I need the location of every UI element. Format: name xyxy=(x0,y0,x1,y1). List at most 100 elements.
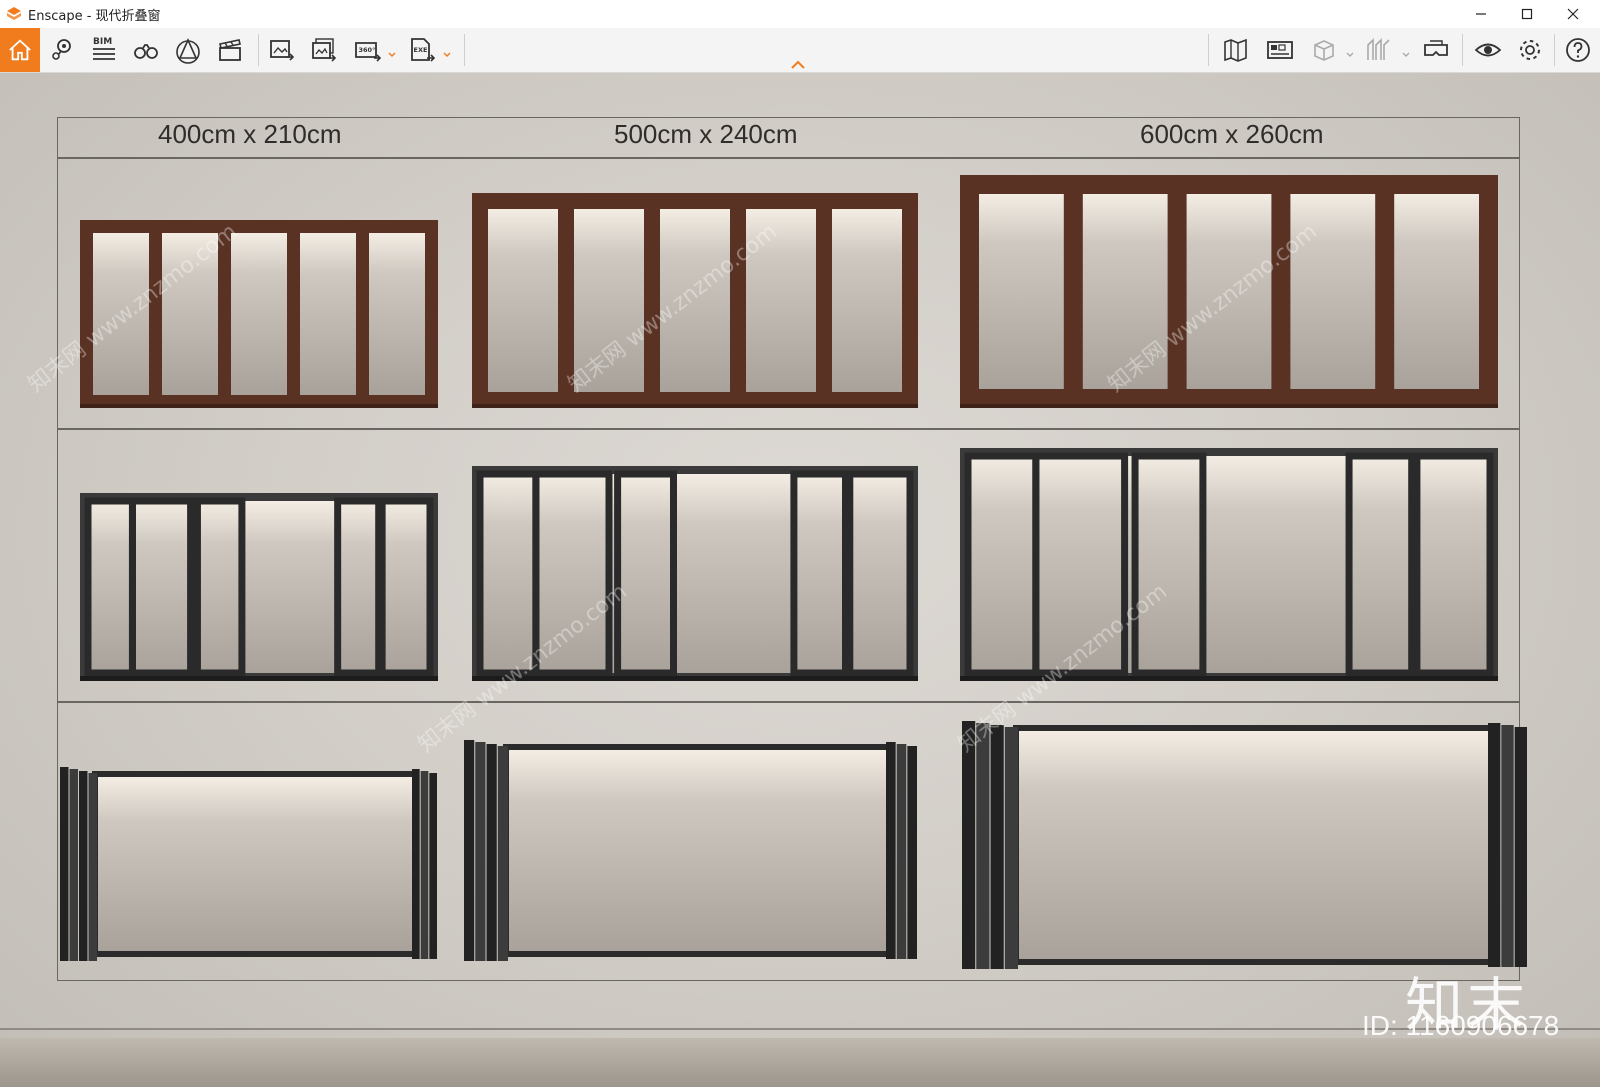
vr-button[interactable] xyxy=(1418,32,1454,68)
glass-pane xyxy=(1394,194,1479,389)
stacked-sash-right xyxy=(886,742,896,959)
black-open-window-500x240[interactable] xyxy=(464,740,918,961)
views-button[interactable] xyxy=(128,32,164,68)
glass-pane xyxy=(832,209,902,392)
bim-list-icon: BIM xyxy=(93,37,115,60)
chevron-down-icon xyxy=(388,52,396,57)
collapse-toolbar-button[interactable] xyxy=(790,56,806,69)
visual-settings-button[interactable] xyxy=(1470,32,1506,68)
home-icon xyxy=(9,39,31,61)
chevron-up-icon xyxy=(791,60,805,69)
minimize-icon xyxy=(1476,13,1486,15)
black-open-window-400x210[interactable] xyxy=(60,767,438,961)
stacked-sash-right xyxy=(420,771,429,959)
map-button[interactable] xyxy=(1218,32,1254,68)
glass-opening xyxy=(1019,731,1488,959)
cube-view-button[interactable] xyxy=(1306,32,1342,68)
black-open-window-600x260[interactable] xyxy=(962,721,1528,969)
stacked-sash-right xyxy=(1501,725,1514,967)
home-button[interactable] xyxy=(0,28,40,72)
help-icon xyxy=(1566,38,1590,62)
asset-library-icon xyxy=(1267,41,1293,59)
stacked-sash-left xyxy=(60,767,69,961)
exe-label: EXE xyxy=(414,46,428,54)
maximize-button[interactable] xyxy=(1504,0,1550,28)
location-button[interactable] xyxy=(44,32,80,68)
asset-library-button[interactable] xyxy=(1262,32,1298,68)
stacked-sash-left xyxy=(497,746,508,961)
panorama-button[interactable]: 360° xyxy=(350,32,386,68)
toolbar-separator xyxy=(1554,34,1555,66)
panorama-360-icon: 360° xyxy=(355,42,382,62)
stacked-sash-right xyxy=(896,744,907,959)
view-cone-button[interactable] xyxy=(170,32,206,68)
close-icon xyxy=(1567,8,1579,20)
glass-pane xyxy=(300,233,356,395)
title-bar: Enscape - 现代折叠窗 xyxy=(0,0,1600,29)
row-divider xyxy=(57,701,1519,703)
window-sill xyxy=(472,404,918,408)
stacked-sash-left xyxy=(962,721,976,969)
floor-line xyxy=(0,1028,1600,1030)
visual-settings-eye-icon xyxy=(1474,43,1502,57)
close-button[interactable] xyxy=(1550,0,1596,28)
bim-label: BIM xyxy=(93,37,112,47)
stacked-sash-left xyxy=(475,742,486,961)
section-icon xyxy=(1367,38,1390,60)
header-divider xyxy=(57,157,1519,159)
glass-pane xyxy=(979,194,1064,389)
stacked-sash-left xyxy=(79,771,88,961)
window-sill xyxy=(472,676,918,681)
black-folding-window-600x260[interactable] xyxy=(960,448,1498,681)
maximize-icon xyxy=(1521,8,1533,20)
toolbar-separator xyxy=(1462,34,1463,66)
size-label-500x240: 500cm x 240cm xyxy=(614,119,798,149)
toolbar-separator xyxy=(258,34,259,66)
help-button[interactable] xyxy=(1560,32,1596,68)
exe-export-icon: EXE xyxy=(411,38,436,62)
stacked-sash-left xyxy=(1004,727,1018,969)
section-button[interactable] xyxy=(1360,32,1396,68)
stacked-sash-right xyxy=(429,773,437,959)
location-pin-icon xyxy=(52,39,71,60)
panorama-dropdown[interactable] xyxy=(388,44,396,57)
window-title: Enscape - 现代折叠窗 xyxy=(28,8,161,24)
exe-dropdown[interactable] xyxy=(443,44,451,57)
black-folding-window-400x210[interactable] xyxy=(80,493,438,681)
stacked-sash-right xyxy=(907,746,917,959)
stacked-sash-right xyxy=(412,769,420,959)
render-image-button[interactable] xyxy=(264,32,300,68)
exe-export-button[interactable]: EXE xyxy=(404,32,440,68)
section-dropdown[interactable] xyxy=(1402,44,1410,57)
bim-button[interactable]: BIM xyxy=(86,32,122,68)
window-sill xyxy=(80,676,438,681)
binoculars-icon xyxy=(134,44,158,59)
size-label-400x210: 400cm x 210cm xyxy=(158,119,342,149)
stacked-sash-left xyxy=(464,740,475,961)
toolbar-separator xyxy=(464,34,465,66)
settings-gear-icon xyxy=(1520,40,1540,60)
row-divider xyxy=(57,428,1519,430)
stacked-sash-left xyxy=(990,725,1004,969)
stacked-sash-right xyxy=(1514,727,1527,967)
stacked-sash-left xyxy=(486,744,497,961)
stacked-sash-right xyxy=(1488,723,1501,967)
size-label-600x260: 600cm x 260cm xyxy=(1140,119,1324,149)
cube-view-icon xyxy=(1314,40,1334,61)
batch-render-icon xyxy=(312,38,337,62)
glass-opening xyxy=(98,777,412,951)
render-viewport[interactable]: 400cm x 210cm 500cm x 240cm 600cm x 260c… xyxy=(0,73,1600,1087)
cube-view-dropdown[interactable] xyxy=(1346,44,1354,57)
batch-render-button[interactable] xyxy=(306,32,342,68)
clapperboard-icon xyxy=(219,39,241,61)
settings-button[interactable] xyxy=(1512,32,1548,68)
image-id: ID: 1160906678 xyxy=(1362,1010,1560,1041)
video-editor-button[interactable] xyxy=(212,32,248,68)
glass-pane xyxy=(369,233,425,395)
window-sill xyxy=(960,404,1498,408)
minimize-button[interactable] xyxy=(1458,0,1504,28)
floor xyxy=(0,1038,1600,1087)
screenshot-export-icon xyxy=(270,40,295,61)
enscape-logo-icon xyxy=(7,7,21,20)
chevron-down-icon xyxy=(443,52,451,57)
